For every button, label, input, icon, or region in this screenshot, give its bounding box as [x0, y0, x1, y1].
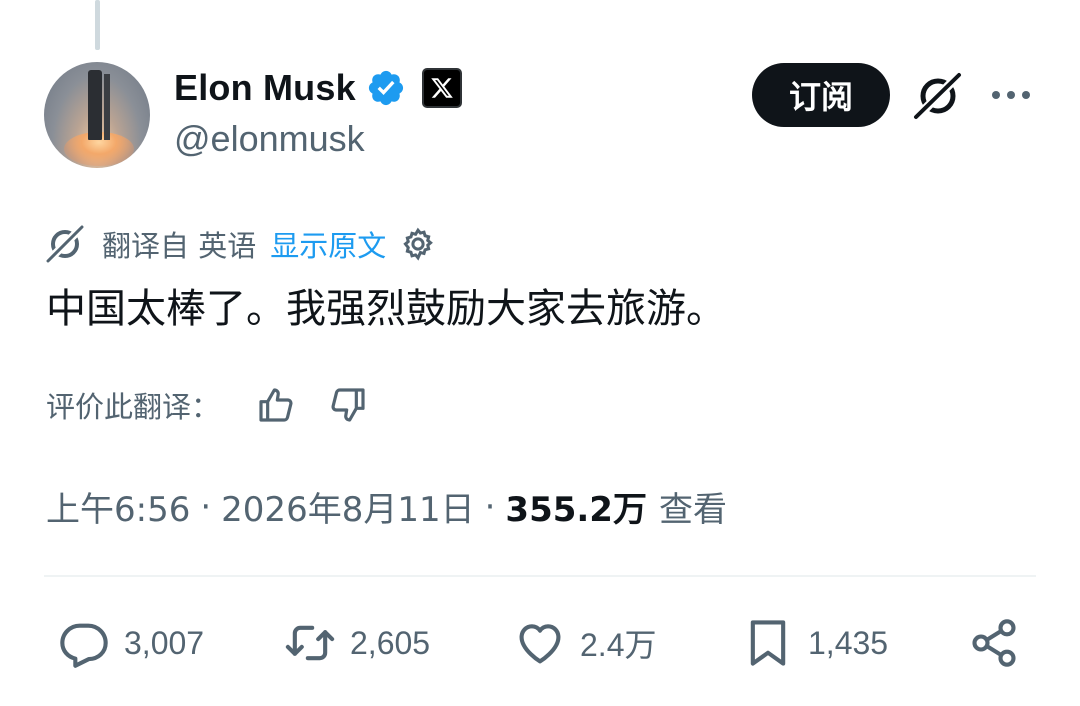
like-count: 2.4万 — [580, 627, 657, 663]
avatar[interactable] — [44, 62, 150, 168]
thumbs-down-icon[interactable] — [328, 385, 368, 425]
reply-button[interactable]: 3,007 — [58, 608, 204, 678]
share-button[interactable] — [968, 608, 1020, 678]
bookmark-button[interactable]: 1,435 — [742, 608, 888, 678]
more-dots-icon[interactable] — [988, 78, 1034, 112]
reply-count: 3,007 — [124, 624, 205, 661]
repost-count: 2,605 — [350, 624, 431, 661]
like-button[interactable]: 2.4万 — [514, 608, 657, 678]
tweet-date[interactable]: 2026年8月11日 — [221, 482, 474, 531]
share-icon — [972, 619, 1016, 667]
tweet-meta: 上午6:56 · 2026年8月11日 · 355.2万 查看 — [46, 482, 727, 531]
show-original-link[interactable]: 显示原文 — [270, 223, 386, 265]
thumbs-up-icon[interactable] — [256, 385, 296, 425]
rate-translation-label: 评价此翻译： — [46, 390, 221, 424]
reply-icon — [60, 623, 108, 668]
author-handle[interactable]: @elonmusk — [174, 118, 365, 160]
views-count[interactable]: 355.2万 — [505, 482, 647, 531]
heart-icon — [519, 624, 561, 664]
bookmark-count: 1,435 — [808, 624, 889, 661]
tweet-time[interactable]: 上午6:56 — [46, 482, 190, 531]
rate-translation-row: 评价此翻译： — [46, 382, 368, 428]
author-name[interactable]: Elon Musk — [174, 67, 356, 109]
bookmark-icon — [750, 620, 786, 666]
tweet-text: 中国太棒了。我强烈鼓励大家去旅游。 — [46, 286, 726, 332]
views-label: 查看 — [658, 490, 727, 530]
grok-slash-icon[interactable] — [912, 72, 964, 120]
action-bar: 3,007 2,605 2.4万 1,435 — [0, 608, 1080, 678]
separator-dot: · — [200, 486, 212, 527]
x-logo-icon — [431, 78, 453, 98]
subscribe-button[interactable]: 订阅 — [752, 63, 890, 127]
thread-connector-line — [95, 0, 100, 50]
translated-from-label: 翻译自 英语 — [102, 229, 257, 263]
translation-bar: 翻译自 英语 显示原文 — [46, 222, 436, 266]
author-name-row: Elon Musk — [174, 66, 462, 110]
gear-icon[interactable] — [400, 226, 436, 262]
repost-icon — [285, 625, 335, 661]
divider — [44, 575, 1036, 577]
verified-badge-icon[interactable] — [366, 68, 406, 108]
x-affiliate-badge-icon[interactable] — [421, 68, 462, 108]
repost-button[interactable]: 2,605 — [284, 608, 430, 678]
separator-dot: · — [484, 486, 496, 527]
grok-translate-icon — [46, 225, 84, 263]
